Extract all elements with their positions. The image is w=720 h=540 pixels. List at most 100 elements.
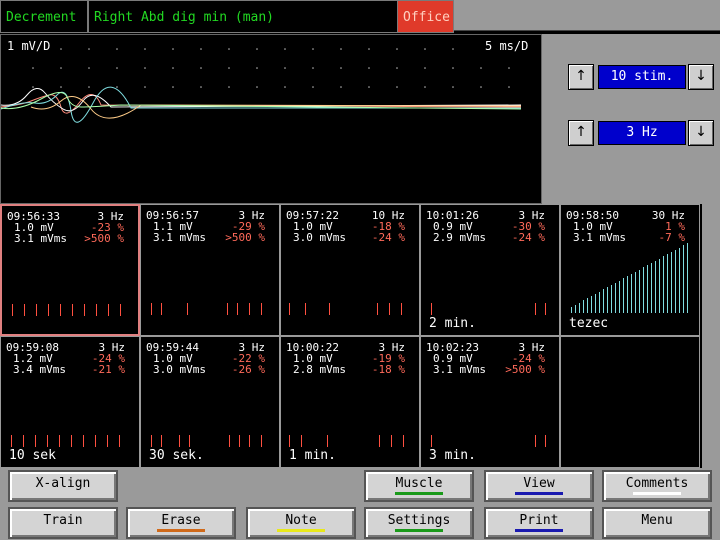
tetanus-bar: [615, 283, 616, 313]
trial-area: 2.9 mVms: [433, 231, 486, 244]
tetanus-bar: [591, 296, 592, 313]
trial-label: 2 min.: [429, 316, 476, 331]
comments-color-bar: [633, 492, 681, 495]
print-color-bar: [515, 529, 563, 532]
tetanus-bar: [667, 254, 668, 313]
muscle-name[interactable]: Right Abd dig min (man): [88, 0, 398, 33]
stim-count-up-icon[interactable]: ↑: [568, 64, 594, 90]
tetanus-bar: [587, 298, 588, 313]
muscle-label: Muscle: [395, 476, 443, 491]
grid-side-filler: [702, 204, 720, 468]
settings-color-bar: [395, 529, 443, 532]
top-bar: Decrement Right Abd dig min (man) Office: [0, 0, 720, 34]
trial-cell[interactable]: 10:02:23 3 Hz 0.9 mV -24 % 3.1 mVms >500…: [420, 336, 560, 468]
trial-area: 3.1 mVms: [14, 232, 67, 245]
trial-cell-empty[interactable]: [560, 336, 700, 468]
trial-label: 1 min.: [289, 448, 336, 463]
comments-button[interactable]: Comments: [602, 470, 712, 502]
trial-cell[interactable]: 10:01:26 3 Hz 0.9 mV -30 % 2.9 mVms -24 …: [420, 204, 560, 336]
top-bar-filler: [454, 0, 720, 31]
trial-cell[interactable]: 09:56:57 3 Hz 1.1 mV -29 % 3.1 mVms >500…: [140, 204, 280, 336]
tetanus-bar: [611, 285, 612, 313]
waveform-panel: 1 mV/D 5 ms/D: [0, 34, 542, 204]
note-label: Note: [285, 513, 317, 528]
menu-button[interactable]: Menu: [602, 507, 712, 539]
muscle-color-bar: [395, 492, 443, 495]
trial-cell[interactable]: 09:59:44 3 Hz 1.0 mV -22 % 3.0 mVms -26 …: [140, 336, 280, 468]
mode-label[interactable]: Decrement: [0, 0, 88, 33]
trial-area-pct: >500 %: [84, 232, 124, 245]
erase-button[interactable]: Erase: [126, 507, 236, 539]
view-label: View: [523, 476, 555, 491]
trial-cell[interactable]: 09:59:08 3 Hz 1.2 mV -24 % 3.4 mVms -21 …: [0, 336, 140, 468]
tetanus-bar: [675, 250, 676, 313]
view-color-bar: [515, 492, 563, 495]
frequency-up-icon[interactable]: ↑: [568, 120, 594, 146]
tetanus-bar: [647, 265, 648, 313]
stimulus-controls: ↑ 10 stim. ↓ ↑ 3 Hz ↓: [542, 34, 720, 204]
trial-label: 30 sek.: [149, 448, 204, 463]
trial-area-pct: -7 %: [658, 231, 686, 244]
tetanus-bar: [619, 281, 620, 313]
tetanus-bar: [651, 263, 652, 313]
overlaid-traces: [1, 86, 522, 123]
trial-area-pct: -21 %: [91, 363, 125, 376]
tetanus-bar: [655, 261, 656, 313]
note-button[interactable]: Note: [246, 507, 356, 539]
trial-area: 3.1 mVms: [433, 363, 486, 376]
muscle-button[interactable]: Muscle: [364, 470, 474, 502]
tetanus-bar: [603, 289, 604, 313]
tetanus-bar: [643, 267, 644, 313]
trial-area-pct: -24 %: [371, 231, 405, 244]
trial-area: 3.0 mVms: [153, 363, 206, 376]
trial-area: 3.1 mVms: [153, 231, 206, 244]
trial-area-pct: -24 %: [511, 231, 545, 244]
tetanus-bar: [687, 243, 688, 313]
trial-area-pct: >500 %: [505, 363, 545, 376]
tetanus-bar: [683, 245, 684, 313]
trial-area: 3.1 mVms: [573, 231, 626, 244]
frequency-down-icon[interactable]: ↓: [688, 120, 714, 146]
trial-area-pct: -18 %: [371, 363, 405, 376]
comments-label: Comments: [625, 476, 689, 491]
trial-cell[interactable]: 09:57:22 10 Hz 1.0 mV -18 % 3.0 mVms -24…: [280, 204, 420, 336]
settings-button[interactable]: Settings: [364, 507, 474, 539]
erase-color-bar: [157, 529, 205, 532]
tetanus-bar: [627, 276, 628, 313]
trial-area: 3.4 mVms: [13, 363, 66, 376]
tetanus-bar: [659, 259, 660, 313]
trial-cell[interactable]: 09:56:33 3 Hz 1.0 mV -23 % 3.1 mVms >500…: [0, 204, 140, 336]
settings-label: Settings: [387, 513, 451, 528]
trial-cell[interactable]: 09:58:50 30 Hz 1.0 mV 1 % 3.1 mVms -7 % …: [560, 204, 700, 336]
location-label[interactable]: Office: [397, 0, 454, 33]
waveform-grid-dots: [32, 48, 510, 88]
trial-cell[interactable]: 10:00:22 3 Hz 1.0 mV -19 % 2.8 mVms -18 …: [280, 336, 420, 468]
erase-label: Erase: [161, 513, 201, 528]
tetanus-bar: [575, 305, 576, 313]
x-align-button[interactable]: X-align: [8, 470, 118, 502]
tetanus-bar: [607, 287, 608, 313]
trial-area-pct: -26 %: [231, 363, 265, 376]
view-button[interactable]: View: [484, 470, 594, 502]
tetanus-bar: [595, 294, 596, 313]
tetanus-bar: [663, 256, 664, 313]
stim-count-down-icon[interactable]: ↓: [688, 64, 714, 90]
tetanus-bar: [671, 252, 672, 313]
print-button[interactable]: Print: [484, 507, 594, 539]
note-color-bar: [277, 529, 325, 532]
tetanus-bar: [583, 300, 584, 313]
tetanus-bar: [623, 278, 624, 313]
trial-area-pct: >500 %: [225, 231, 265, 244]
stim-count-value[interactable]: 10 stim.: [598, 65, 686, 89]
trial-label: tezec: [569, 316, 609, 331]
tetanus-bar: [571, 307, 572, 313]
tetanus-bar: [639, 270, 640, 313]
tetanus-bar: [631, 274, 632, 313]
tetanus-bar: [599, 292, 600, 313]
train-button[interactable]: Train: [8, 507, 118, 539]
trial-label: 10 sek: [9, 448, 56, 463]
tetanus-bar: [679, 248, 680, 313]
waveform-traces: [1, 48, 522, 123]
frequency-value[interactable]: 3 Hz: [598, 121, 686, 145]
x-align-label: X-align: [35, 476, 91, 491]
